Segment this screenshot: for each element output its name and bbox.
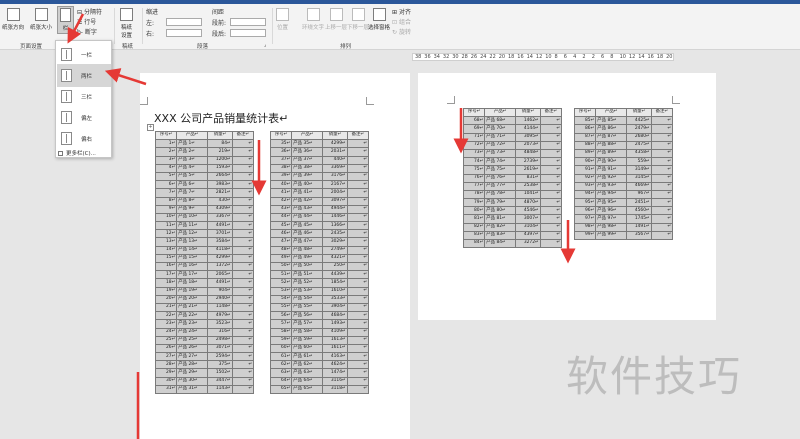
arrow-to-columns-button: [67, 13, 85, 44]
arrow-to-two-columns: [104, 68, 147, 86]
watermark: 软件技巧: [566, 352, 743, 401]
